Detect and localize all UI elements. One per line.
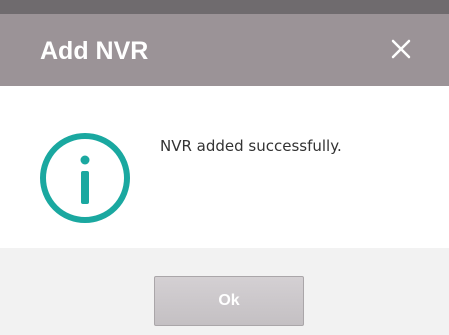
ok-button[interactable]: Ok [154, 276, 304, 326]
close-button[interactable] [384, 32, 418, 66]
dialog-title: Add NVR [40, 37, 149, 65]
info-icon [37, 130, 133, 226]
add-nvr-dialog: Add NVR NVR added successfully. Ok [0, 14, 449, 335]
dialog-title-bar: Add NVR [0, 14, 449, 86]
dialog-body: NVR added successfully. [0, 86, 449, 248]
status-message: NVR added successfully. [160, 137, 342, 155]
background-strip [0, 0, 449, 14]
dialog-footer: Ok [0, 248, 449, 335]
close-icon [391, 39, 411, 59]
